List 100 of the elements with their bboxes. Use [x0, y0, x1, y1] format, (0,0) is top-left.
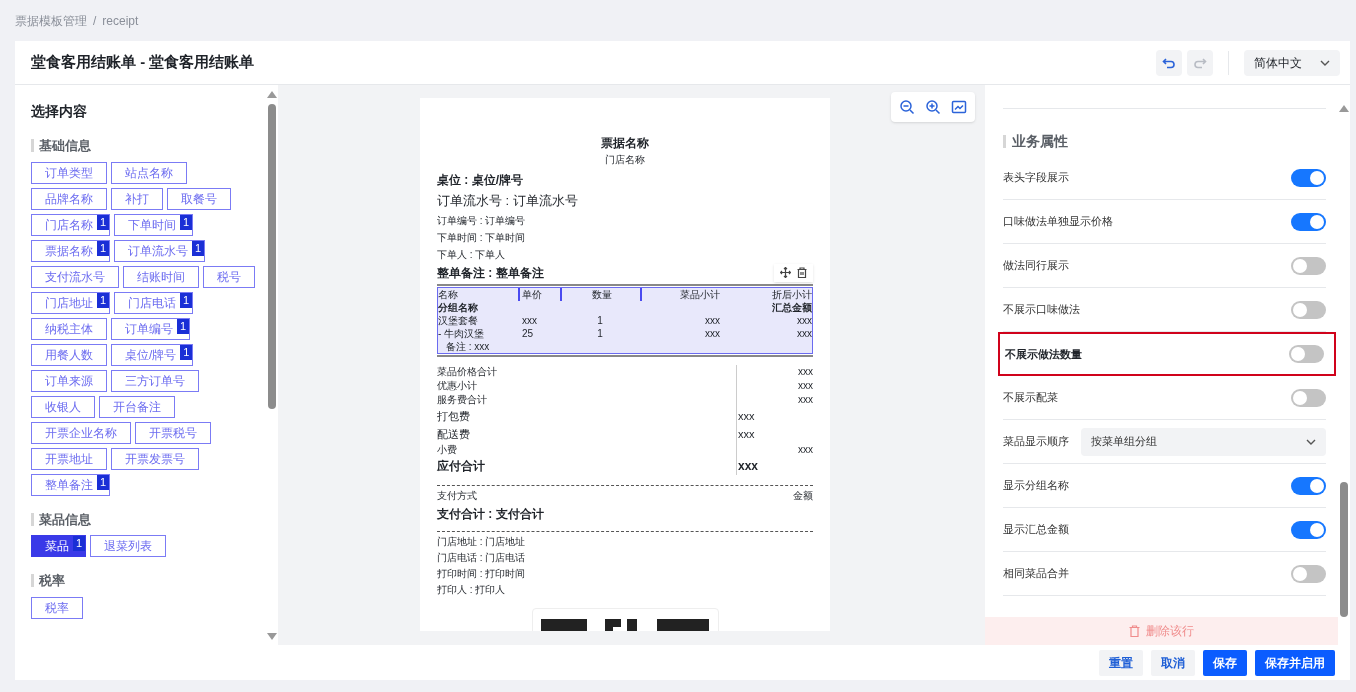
field-tag[interactable]: 门店地址 1	[31, 291, 110, 314]
count-badge: 1	[180, 344, 193, 360]
field-tag[interactable]: 开票发票号	[111, 447, 199, 470]
section-heading: 税率	[39, 572, 65, 590]
sort-order-select[interactable]: 按菜单组分组	[1081, 427, 1326, 456]
setting-label: 口味做法单独显示价格	[1003, 214, 1113, 230]
field-tag[interactable]: 三方订单号	[111, 369, 199, 392]
setting-label: 显示分组名称	[1003, 478, 1069, 494]
column-header: 菜品小计	[640, 287, 720, 301]
section-heading: 基础信息	[39, 137, 91, 155]
footer-button[interactable]: 取消	[1151, 649, 1195, 676]
table-cell-text: xxx	[521, 313, 538, 327]
table-cell-text: xxx	[704, 326, 720, 340]
receipt-line: 桌位 : 桌位/牌号	[437, 172, 523, 189]
table-cell-text: 25	[521, 326, 535, 340]
field-tag[interactable]: 取餐号	[167, 187, 231, 210]
table-cell-text: xxx	[796, 326, 812, 340]
field-tag[interactable]: 纳税主体	[31, 317, 107, 340]
total-value: xxx	[737, 426, 756, 442]
total-value: xxx	[797, 392, 813, 407]
setting-label: 显示汇总金额	[1003, 522, 1069, 538]
total-label: 小费	[437, 442, 458, 457]
panel-title: 选择内容	[31, 102, 88, 121]
column-header: 折后小计	[771, 287, 812, 301]
total-label: 服务费合计	[437, 392, 488, 407]
breadcrumb-separator: /	[93, 12, 97, 30]
field-tag[interactable]: 订单编号 1	[111, 317, 190, 340]
setting-label: 不展示配菜	[1003, 390, 1058, 406]
breadcrumb-link[interactable]: 票据模板管理	[15, 11, 87, 30]
field-tag[interactable]: 结账时间	[123, 265, 199, 288]
setting-label: 不展示做法数量	[1005, 346, 1082, 362]
total-label: 配送费	[437, 426, 471, 442]
total-value: xxx	[797, 364, 813, 379]
field-tag[interactable]: 桌位/牌号 1	[111, 343, 194, 366]
language-select[interactable]: 简体中文	[1244, 49, 1340, 76]
table-cell-text: xxx	[704, 313, 720, 327]
field-tag[interactable]: 品牌名称	[31, 187, 107, 210]
field-tag[interactable]: 订单来源	[31, 369, 107, 392]
count-badge: 1	[180, 292, 192, 308]
field-tag[interactable]: 开票企业名称	[31, 421, 131, 444]
footer-button[interactable]: 重置	[1099, 649, 1143, 676]
table-cell-text: 1	[596, 313, 604, 327]
page-title: 堂食客用结账单 - 堂食客用结账单	[31, 52, 255, 73]
receipt-line: 金额	[793, 488, 813, 503]
count-badge: 1	[97, 292, 109, 308]
column-header: 名称	[438, 287, 459, 301]
setting-label: 菜品显示顺序	[1003, 434, 1069, 450]
field-tag[interactable]: 票据名称 1	[31, 239, 110, 262]
column-header: 单价	[518, 287, 560, 301]
field-tag[interactable]: 税率	[31, 596, 83, 619]
field-tag[interactable]: 订单类型	[31, 161, 107, 184]
table-cell-text: - 牛肉汉堡	[438, 326, 486, 340]
count-badge: 1	[192, 240, 204, 256]
section-heading: 业务属性	[1012, 132, 1068, 151]
receipt-line: 支付方式	[437, 488, 477, 503]
field-tag[interactable]: 订单流水号 1	[114, 239, 205, 262]
total-label: 菜品价格合计	[437, 364, 498, 379]
receipt-line: 整单备注 : 整单备注	[437, 264, 544, 282]
field-tag[interactable]: 用餐人数	[31, 343, 107, 366]
total-value: xxx	[737, 408, 756, 424]
field-tag[interactable]: 税号	[203, 265, 255, 288]
item-note: 备注 : xxx	[445, 339, 491, 353]
field-tag[interactable]: 菜品 1	[31, 535, 86, 557]
total-label: 优惠小计	[437, 378, 478, 393]
receipt-line: 下单人 : 下单人	[437, 247, 506, 262]
receipt-line: 门店地址 : 门店地址	[437, 534, 527, 549]
table-cell: 分组名称	[438, 300, 478, 314]
field-tag[interactable]: 补打	[111, 187, 163, 210]
total-label: 打包费	[437, 408, 471, 424]
count-badge: 1	[97, 474, 109, 490]
table-cell: 汇总金额	[772, 300, 812, 314]
receipt-line: 门店电话 : 门店电话	[437, 550, 527, 565]
section-heading: 菜品信息	[39, 510, 91, 529]
field-tag[interactable]: 开票税号	[135, 421, 211, 444]
field-tag[interactable]: 门店电话 1	[114, 291, 193, 314]
field-tag[interactable]: 门店名称 1	[31, 213, 110, 236]
total-value: xxx	[797, 442, 813, 457]
column-header: 数量	[560, 287, 640, 301]
table-cell-text: 1	[596, 326, 604, 340]
setting-label: 不展示口味做法	[1003, 302, 1080, 318]
field-tag[interactable]: 下单时间 1	[114, 213, 193, 236]
count-badge: 1	[97, 214, 109, 230]
field-tag[interactable]: 退菜列表	[90, 535, 166, 557]
field-tag[interactable]: 支付流水号	[31, 265, 119, 288]
field-tag[interactable]: 开台备注	[99, 395, 175, 418]
receipt-line: 下单时间 : 下单时间	[437, 230, 526, 245]
breadcrumb-link[interactable]: receipt	[102, 11, 139, 30]
field-tag[interactable]: 整单备注 1	[31, 473, 110, 496]
total-value: xxx	[737, 457, 760, 475]
selected-items-table[interactable]: 名称 单价 数量 菜品小计 折后小计 分组名称 汇总金额 汉堡套餐 xxx 1 xxx xxx - 牛肉汉堡 25 1 xxx xxx 备注 : xxx	[437, 286, 813, 354]
footer-button[interactable]: 保存并启用	[1255, 649, 1335, 676]
receipt-line: 打印人 : 打印人	[437, 582, 507, 597]
receipt-title: 票据名称	[601, 135, 649, 152]
field-tag[interactable]: 开票地址	[31, 447, 107, 470]
footer-button[interactable]: 保存	[1203, 649, 1247, 676]
receipt-line: 支付合计 : 支付合计	[437, 505, 545, 523]
field-tag[interactable]: 收银人	[31, 395, 95, 418]
field-tag[interactable]: 站点名称	[111, 161, 187, 184]
receipt-line: 打印时间 : 打印时间	[437, 566, 527, 581]
count-badge: 1	[177, 318, 189, 334]
